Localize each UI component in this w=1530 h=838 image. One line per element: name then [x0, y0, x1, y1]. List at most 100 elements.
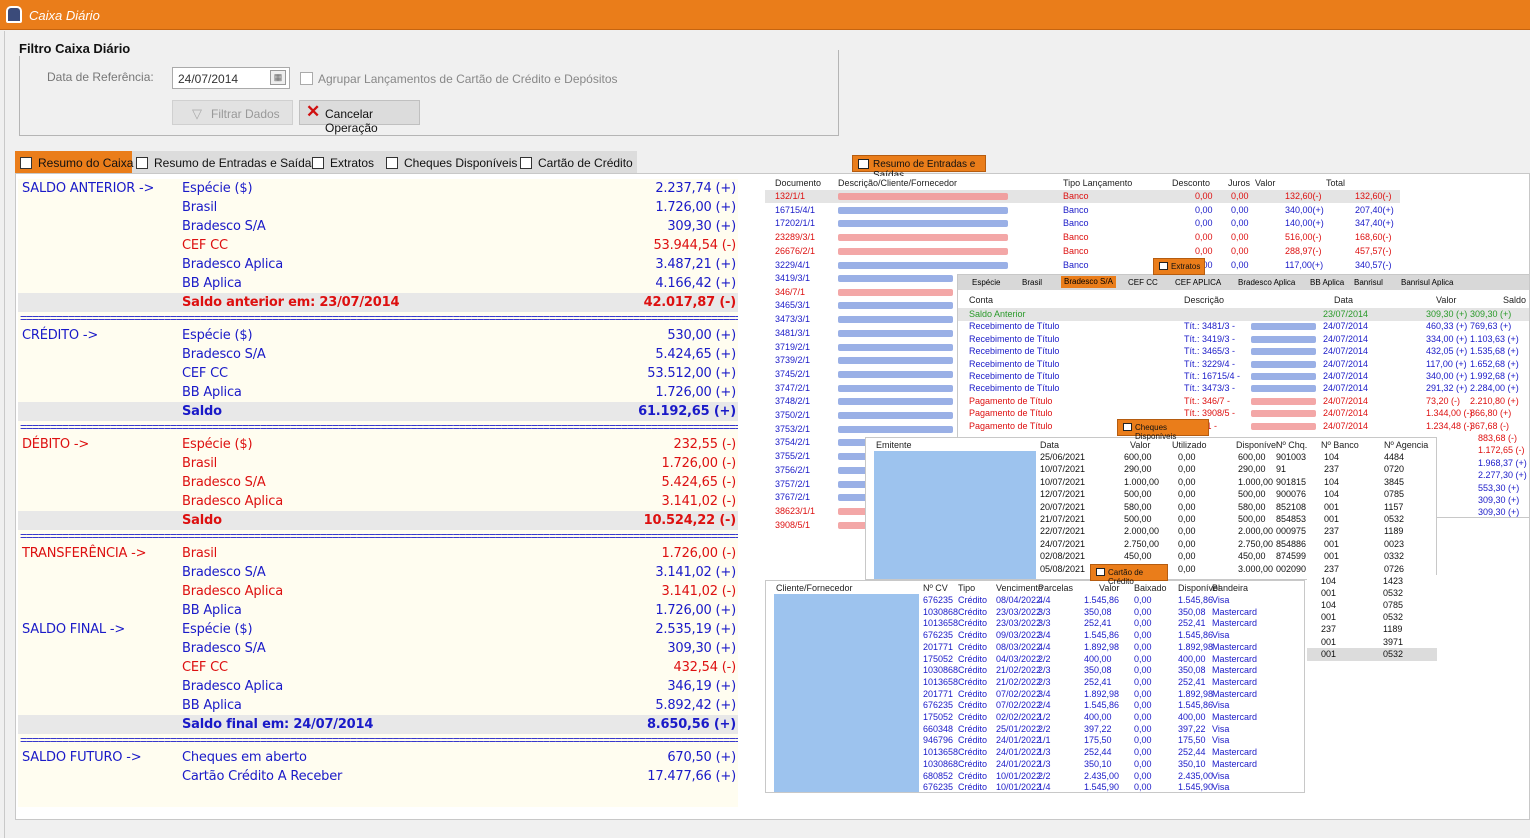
table-row[interactable]: 001 0532	[1307, 611, 1437, 624]
tab-extratos-account[interactable]: Brasil	[1022, 278, 1042, 287]
account-value: 530,00 (+)	[667, 328, 736, 343]
cell: 001	[1321, 648, 1337, 659]
tab-extratos-account[interactable]: Bradesco S/A	[1061, 276, 1116, 288]
cell: 1.892,98	[1178, 688, 1214, 699]
table-row[interactable]: 23289/3/1 Banco 0,00 0,00 516,00(-) 168,60(-)	[765, 231, 1400, 244]
tab-extratos-account[interactable]: Bradesco Aplica	[1238, 278, 1295, 287]
column-header: Nº Banco	[1321, 440, 1359, 450]
summary-row: SALDO ANTERIOR -> Espécie ($) 2.237,74 (+)	[18, 179, 738, 198]
table-row[interactable]: 17202/1/1 Banco 0,00 0,00 140,00(+) 347,40(+)	[765, 217, 1400, 230]
tab-cartao[interactable]: Cartão de Crédito	[520, 151, 633, 173]
table-row[interactable]: 02/08/2021 450,00 0,00 450,00 874599 001 0332	[866, 550, 1436, 563]
table-row[interactable]: 24/07/2021 2.750,00 0,00 2.750,00 854886 001 0…	[866, 538, 1436, 551]
cell: 1157	[1384, 501, 1404, 512]
account-value: 10.524,22 (-)	[643, 513, 737, 528]
table-row[interactable]: 001 0532	[1307, 587, 1437, 600]
cell: 207,40(+)	[1355, 204, 1394, 215]
table-row[interactable]: 3419/3/1	[765, 272, 965, 285]
cell: Banco	[1063, 191, 1089, 201]
tab-extratos-account[interactable]: CEF APLICA	[1175, 278, 1221, 287]
tab-extratos-account[interactable]: CEF CC	[1128, 278, 1158, 287]
table-row[interactable]: 10/07/2021 1.000,00 0,00 1.000,00 901815 104 3…	[866, 476, 1436, 489]
cell: 23289/3/1	[775, 232, 816, 243]
column-header: Descrição	[1184, 295, 1225, 305]
table-row[interactable]: 104 0785	[1307, 599, 1437, 612]
table-row[interactable]: Recebimento de Título Tít.: 16715/4 - 24/0…	[958, 370, 1529, 383]
table-row[interactable]: Recebimento de Título Tít.: 3229/4 - 24/07…	[958, 358, 1529, 371]
tab-extratos-account[interactable]: BB Aplica	[1310, 278, 1344, 287]
tab-cheques[interactable]: Cheques Disponíveis	[386, 151, 517, 173]
table-row[interactable]: 3739/2/1	[765, 354, 965, 367]
table-row[interactable]: 26676/2/1 Banco 0,00 0,00 288,97(-) 457,57(-)	[765, 245, 1400, 258]
table-row[interactable]: 20/07/2021 580,00 0,00 580,00 852108 001 1157	[866, 501, 1436, 514]
account-name: Cartão Crédito A Receber	[182, 769, 343, 784]
cell: 1.000,00	[1124, 476, 1160, 487]
tab-extratos[interactable]: Extratos	[312, 151, 382, 173]
table-row[interactable]: Pagamento de Título4354/1 -24/07/20141.2…	[958, 420, 1529, 433]
table-row[interactable]: 3747/2/1	[765, 382, 965, 395]
cell: 2/2	[1038, 653, 1051, 664]
cancel-button[interactable]: ✕ Cancelar Operação	[299, 100, 420, 135]
table-row[interactable]: 22/07/2021 2.000,00 0,00 2.000,00 000975 237 1…	[866, 525, 1436, 538]
table-row[interactable]: 001 0532	[1307, 647, 1437, 661]
cell: 0,00	[1178, 464, 1196, 475]
cell: 0,00	[1134, 618, 1152, 629]
table-row[interactable]: Pagamento de Título Tít.: 346/7 - 24/07/20…	[958, 395, 1529, 408]
cell: 2/4	[1038, 700, 1051, 711]
column-header: Tipo Lançamento	[1063, 178, 1133, 188]
cell: 1.545,86	[1084, 595, 1120, 605]
tab-resumo-entradas[interactable]: Resumo de Entradas e Saídas	[136, 151, 317, 173]
tab-extratos-account[interactable]: Banrisul	[1354, 278, 1383, 287]
table-row[interactable]: 16715/4/1 Banco 0,00 0,00 340,00(+) 207,40(+)	[765, 204, 1400, 217]
table-row[interactable]: 3229/4/1Banco0,000,00117,00(+)340,57(-)	[765, 259, 1400, 272]
table-row[interactable]: Recebimento de Título Tít.: 3465/3 - 24/07…	[958, 345, 1529, 358]
table-row[interactable]: 346/7/1	[765, 286, 965, 299]
table-row[interactable]: 10/07/2021 290,00 0,00 290,00 91 237 0720	[866, 463, 1436, 476]
table-row[interactable]: 21/07/2021 500,00 0,00 500,00 854853 001 0532	[866, 513, 1436, 526]
group-checkbox[interactable]	[300, 72, 313, 85]
summary-row: Bradesco Aplica 3.141,02 (-)	[18, 492, 738, 511]
cell: 0,00	[1195, 245, 1213, 256]
cell: 05/08/2021	[1040, 563, 1086, 574]
calendar-icon[interactable]: ▦	[270, 70, 286, 85]
table-row[interactable]: 3465/3/1	[765, 299, 965, 312]
table-row[interactable]: Pagamento de Título Tít.: 3908/5 - 24/07/2…	[958, 407, 1529, 420]
table-row[interactable]: 3745/2/1	[765, 368, 965, 381]
account-name: Saldo anterior em: 23/07/2014	[182, 295, 400, 310]
cell: Banco	[1063, 218, 1089, 229]
table-row[interactable]: 3748/2/1	[765, 395, 965, 408]
cell: 4484	[1384, 452, 1405, 462]
table-row[interactable]: 3481/3/1	[765, 327, 965, 340]
cell: 3419/3/1	[775, 273, 811, 283]
table-row[interactable]: 25/06/2021 600,00 0,00 600,00 901003 104 4484	[866, 451, 1436, 464]
table-row[interactable]: Recebimento de Título Tít.: 3419/3 - 24/07…	[958, 333, 1529, 346]
summary-total-row: Saldo anterior em: 23/07/2014 42.017,87 (…	[18, 293, 738, 312]
table-row[interactable]: Saldo Anterior 23/07/2014 309,30 (+) 309,30…	[958, 308, 1529, 321]
cell: Recebimento de Título	[969, 321, 1060, 332]
table-row[interactable]: 132/1/1 Banco 0,00 0,00 132,60(-) 132,60(-)	[765, 190, 1400, 203]
table-row[interactable]: Recebimento de Título Tít.: 3473/3 - 24/07…	[958, 382, 1529, 395]
table-row[interactable]: 12/07/2021 500,00 0,00 500,00 900076 104 0785	[866, 488, 1436, 501]
cell: 350,08	[1178, 665, 1206, 676]
table-row[interactable]: 104 1423	[1307, 575, 1437, 588]
cell: Mastercard	[1212, 665, 1258, 676]
table-row[interactable]: 237 1189	[1307, 623, 1437, 636]
tab-resumo-caixa[interactable]: Resumo do Caixa	[15, 151, 133, 173]
table-row[interactable]: Recebimento de Título Tít.: 3481/3 - 24/07…	[958, 320, 1529, 333]
tab-extratos-account[interactable]: Banrisul Aplica	[1401, 278, 1453, 287]
filter-button[interactable]: ▽ Filtrar Dados	[172, 100, 293, 125]
table-row[interactable]: 3473/3/1	[765, 313, 965, 326]
cell: 457,57(-)	[1355, 245, 1392, 256]
cartao-grid: Cliente/Fornecedor Nº CV Tipo Vencimento Par…	[765, 580, 1305, 793]
account-name: Saldo	[182, 404, 222, 419]
table-row[interactable]: 3753/2/1	[765, 423, 965, 436]
cell: 24/07/2014	[1323, 408, 1369, 419]
cell: Tít.: 16715/4 -	[1184, 371, 1241, 381]
tab-extratos-account[interactable]: Espécie	[972, 278, 1000, 287]
table-row[interactable]: 3719/2/1	[765, 341, 965, 354]
table-row[interactable]: 676235 Crédito 10/01/2022 1/4 1.545,90 0,00 1.…	[766, 781, 1304, 793]
table-row[interactable]: 001 3971	[1307, 636, 1437, 649]
cell: 676235	[923, 782, 954, 793]
table-row[interactable]: 3750/2/1	[765, 409, 965, 422]
column-header: Valor	[1436, 295, 1457, 305]
